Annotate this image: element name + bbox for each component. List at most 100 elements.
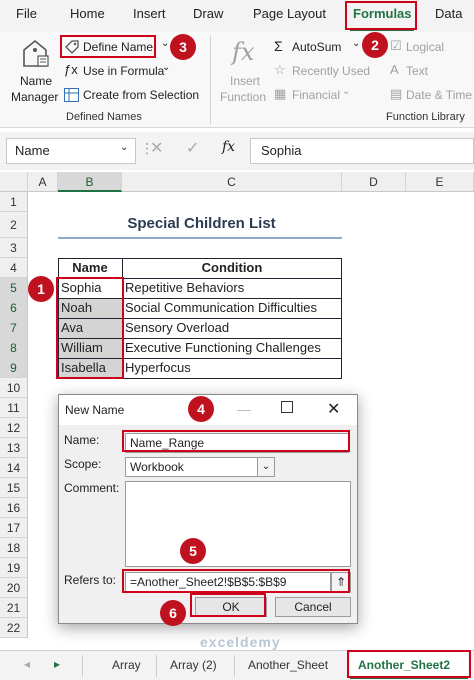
name-manager-button[interactable]: Name Manager <box>8 34 60 106</box>
chevron-down-icon[interactable]: ⌄ <box>120 142 128 153</box>
formula-input[interactable]: Sophia <box>250 138 474 164</box>
cancel-button[interactable]: Cancel <box>275 597 351 617</box>
tab-file[interactable]: File <box>16 6 37 21</box>
step-badge-5: 5 <box>180 538 206 564</box>
comment-textarea[interactable] <box>125 481 351 567</box>
column-header-a[interactable]: A <box>28 172 58 192</box>
text-button[interactable]: A Text <box>390 62 474 80</box>
column-header-c[interactable]: C <box>122 172 342 192</box>
header-cell-condition[interactable]: Condition <box>122 258 342 278</box>
formula-bar: Name ⌄ ⋮ ✕ ✓ fx Sophia <box>0 132 474 170</box>
row-header[interactable]: 3 <box>0 238 28 258</box>
select-all-corner[interactable] <box>0 172 28 192</box>
autosum-button[interactable]: Σ AutoSum ⌄ <box>274 38 360 56</box>
close-icon[interactable]: ✕ <box>327 399 340 419</box>
maximize-icon[interactable] <box>281 401 293 413</box>
tab-data[interactable]: Data <box>435 6 462 21</box>
column-header-d[interactable]: D <box>342 172 406 192</box>
chevron-down-icon: ⌄ <box>352 38 361 49</box>
table-title: Special Children List <box>127 215 276 232</box>
logical-label: Logical <box>406 40 445 54</box>
table-cell[interactable]: Repetitive Behaviors <box>122 278 342 298</box>
use-in-formula-button[interactable]: ƒx Use in Formula ⌄ <box>64 62 176 80</box>
row-header[interactable]: 1 <box>0 192 28 212</box>
chevron-down-icon[interactable]: ⌄ <box>257 457 275 477</box>
financial-label: Financial <box>292 88 341 102</box>
scope-label: Scope: <box>64 457 102 471</box>
tab-divider <box>156 655 157 677</box>
row-header[interactable]: 9 <box>0 358 28 378</box>
chevron-down-icon: ⌄ <box>162 62 171 73</box>
sheet-tab-array[interactable]: Array <box>112 658 141 672</box>
date-time-button[interactable]: ▤ Date & Time <box>390 86 474 104</box>
row-header[interactable]: 22 <box>0 618 28 638</box>
table-cell[interactable]: Sensory Overload <box>122 318 342 338</box>
row-header[interactable]: 14 <box>0 458 28 478</box>
column-header-b[interactable]: B <box>58 172 122 192</box>
row-header[interactable]: 12 <box>0 418 28 438</box>
row-header[interactable]: 5 <box>0 278 28 298</box>
row-header[interactable]: 18 <box>0 538 28 558</box>
dialog-title: New Name <box>65 403 125 417</box>
minimize-icon[interactable]: — <box>237 401 251 417</box>
row-header[interactable]: 2 <box>0 212 28 238</box>
watermark-logo: exceldemy <box>200 634 281 650</box>
enter-icon[interactable]: ✓ <box>186 138 199 158</box>
financial-button[interactable]: ▦ Financial ⌄ <box>274 86 364 104</box>
sheet-tab-another-sheet[interactable]: Another_Sheet <box>248 658 328 672</box>
header-label: Name <box>72 260 108 275</box>
table-cell[interactable]: Social Communication Difficulties <box>122 298 342 318</box>
column-header-e[interactable]: E <box>406 172 474 192</box>
use-in-formula-label: Use in Formula <box>83 64 165 78</box>
highlight-active-sheet <box>347 650 471 678</box>
row-header[interactable]: 4 <box>0 258 28 278</box>
row-header[interactable]: 16 <box>0 498 28 518</box>
table-border <box>58 258 342 259</box>
prev-sheet-icon[interactable]: ◂ <box>24 657 30 671</box>
group-label-defined-names: Defined Names <box>66 111 142 123</box>
tab-divider <box>82 655 83 677</box>
function-x-icon: ƒx <box>64 62 78 77</box>
step-badge-4: 4 <box>188 396 214 422</box>
row-header[interactable]: 17 <box>0 518 28 538</box>
tab-draw[interactable]: Draw <box>193 6 223 21</box>
highlight-ok-button <box>190 593 266 617</box>
insert-function-button[interactable]: fx Insert Function <box>218 36 270 108</box>
tab-insert[interactable]: Insert <box>133 6 166 21</box>
tab-home[interactable]: Home <box>70 6 105 21</box>
recently-used-button[interactable]: ☆ Recently Used <box>274 62 374 80</box>
refers-to-label: Refers to: <box>64 573 117 587</box>
table-border <box>341 258 342 378</box>
fx-icon[interactable]: fx <box>222 139 235 155</box>
row-header[interactable]: 19 <box>0 558 28 578</box>
row-header[interactable]: 11 <box>0 398 28 418</box>
sheet-tab-array-2[interactable]: Array (2) <box>170 658 217 672</box>
row-header[interactable]: 13 <box>0 438 28 458</box>
logical-button[interactable]: ☑ Logical <box>390 38 474 56</box>
chevron-down-icon: ⌄ <box>342 86 351 97</box>
create-from-selection-button[interactable]: Create from Selection <box>64 86 204 104</box>
row-header[interactable]: 7 <box>0 318 28 338</box>
scope-select[interactable]: Workbook <box>125 457 275 477</box>
highlight-define-name <box>60 35 156 58</box>
header-cell-name[interactable]: Name <box>58 258 122 278</box>
next-sheet-icon[interactable]: ▸ <box>54 657 60 671</box>
group-divider <box>210 36 211 124</box>
row-header[interactable]: 20 <box>0 578 28 598</box>
cancel-icon[interactable]: ✕ <box>150 138 163 158</box>
title-underline <box>58 237 342 239</box>
row-header[interactable]: 6 <box>0 298 28 318</box>
tab-page-layout[interactable]: Page Layout <box>253 6 326 21</box>
text-icon: A <box>390 62 399 77</box>
row-header[interactable]: 10 <box>0 378 28 398</box>
row-header[interactable]: 15 <box>0 478 28 498</box>
chevron-down-icon[interactable]: ⌄ <box>161 38 169 49</box>
insert-function-label-1: Insert <box>230 74 261 88</box>
table-cell[interactable]: Executive Functioning Challenges <box>122 338 342 358</box>
table-cell[interactable]: Hyperfocus <box>122 358 342 378</box>
row-header[interactable]: 8 <box>0 338 28 358</box>
row-header[interactable]: 21 <box>0 598 28 618</box>
insert-function-icon: fx <box>232 38 255 66</box>
sigma-icon: Σ <box>274 38 283 54</box>
name-box[interactable]: Name <box>6 138 136 164</box>
